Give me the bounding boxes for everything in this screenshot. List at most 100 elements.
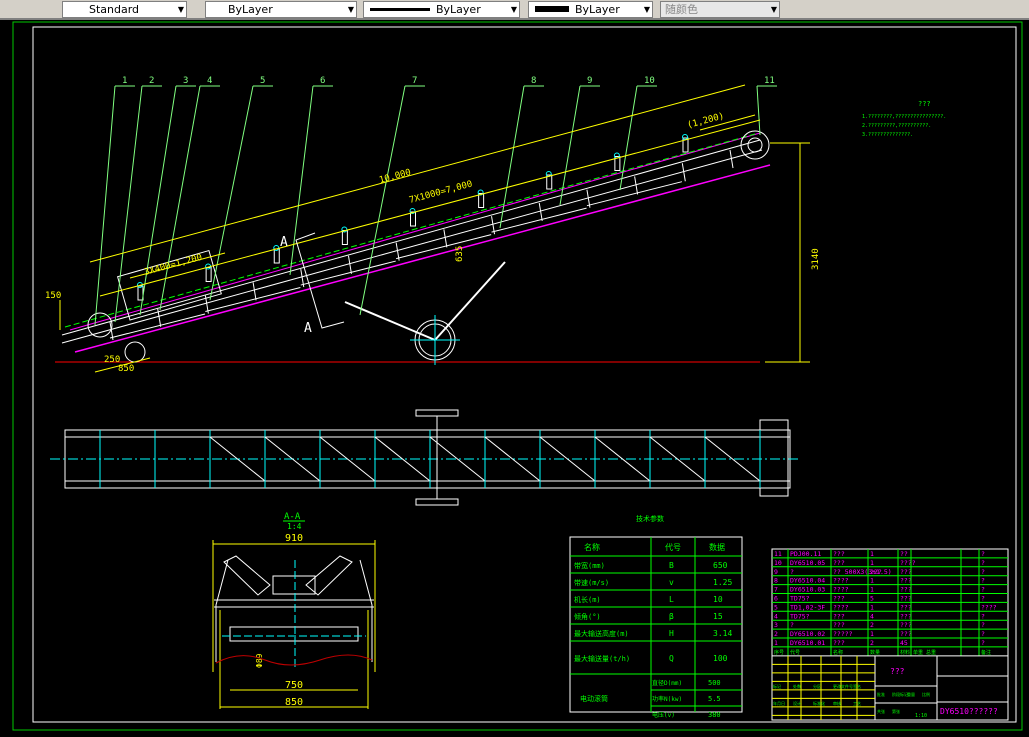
title-block-label: 重量 [907,691,915,697]
parts-cell: 5 [774,603,778,611]
parts-cell: ???? [900,559,916,567]
idler [205,267,212,282]
parts-header: 名称 [833,649,843,656]
drawing-canvas[interactable]: 1 2 3 4 5 6 7 8 9 10 11 10,000 7X1000=7,000 3X400=… [0,20,1029,737]
title-block-label: 设计 [793,700,801,706]
params-cell: 100 [713,654,728,663]
truss-members [109,149,734,341]
parts-cell: 4 [870,612,874,620]
params-cell: B [669,561,674,570]
dim-height: 3140 [811,248,821,270]
parts-header: 材料 [900,649,910,656]
dim-roller-dia: Φ89 [255,653,264,668]
params-cell: 15 [713,612,723,621]
lineweight-swatch [535,6,569,12]
dim-feed-span: 3X400=1,200 [143,253,203,278]
balloon-label: 5 [260,76,265,86]
drawing-number: DY6510?????? [940,707,998,716]
dim-idler-span: 7X1000=7,000 [408,179,473,205]
title-block-label: 处数 [793,683,801,689]
lineweight-dropdown[interactable]: ByLayer ▼ [528,1,653,18]
plot-style-value: 随颜色 [665,3,698,16]
linetype-swatch [370,8,430,11]
layer-color-dropdown[interactable]: ByLayer ▼ [205,1,357,18]
balloon-label: 1 [122,76,127,86]
params-cell: 倾角(°) [574,612,601,621]
params-title: 技术参数 [636,514,664,523]
balloon-label: 6 [320,76,325,86]
note-line: 2.?????????,??????????. [862,123,931,129]
linetype-dropdown[interactable]: ByLayer ▼ [363,1,520,18]
tail-pulley [87,312,113,338]
notes-title: ??? [918,100,931,108]
parts-cell: DY6510.05 [790,559,825,567]
parts-cell: ? [981,550,985,558]
motor-cell: 500 [708,679,721,687]
dim-150: 150 [45,291,61,301]
params-cell: v [669,578,674,587]
section-mark-top: A [280,235,288,250]
parts-cell: ??? [833,550,845,558]
parts-header: 单重 总重 [913,649,936,656]
parts-cell: TD75? [790,595,810,603]
parts-cell: ??? [900,612,912,620]
parts-cell: ???? [833,586,849,594]
truss-post [252,282,257,301]
balloon-leader [94,85,116,326]
plan-brace [704,436,761,482]
parts-cell: ??? [900,603,912,611]
balloon-leader [289,85,314,276]
title-block-label: 阶段标记 [892,691,908,697]
title-block-label: 第张 [892,708,900,714]
parts-cell: ? [981,612,985,620]
layer-value: ByLayer [228,3,273,16]
balloon-label: 3 [183,76,188,86]
parts-cell: ??? [833,559,845,567]
balloon-label: 2 [149,76,154,86]
note-line: 1.????????,????????????????. [862,114,946,120]
title-block-label: 标记 [773,683,781,689]
head-pulley-hub [747,137,763,153]
params-cell: 10 [713,595,723,604]
text-style-value: Standard [89,3,140,16]
params-cell: 带速(m/s) [574,579,609,587]
technical-notes: ??? 1.????????,????????????????. 2.?????… [862,100,946,138]
parts-cell: 1 [870,559,874,567]
balloon-leader [359,85,406,316]
balloon-leader [756,85,761,136]
carry-belt [69,132,761,331]
note-line: 3.??????????????. [862,132,913,138]
parts-cell: ? [981,595,985,603]
balloon-label: 11 [764,76,775,86]
truss-post [347,255,352,274]
top-chord [61,139,761,336]
balloon-leader [209,85,254,301]
idler [410,211,416,227]
plan-view [50,409,800,506]
balloon-label: 9 [587,76,592,86]
parts-cell: ??? [833,639,845,647]
params-header: 名称 [584,542,600,552]
params-header: 数据 [709,542,725,552]
params-cell: 最大输送量(t/h) [574,654,630,663]
chevron-down-icon: ▼ [347,5,354,14]
parts-cell: 2 [870,621,874,629]
lineweight-value: ByLayer [575,3,620,16]
dim-850-section: 850 [285,697,303,708]
truss-post [538,202,543,222]
plot-style-dropdown[interactable]: 随颜色 ▼ [660,1,780,18]
text-style-dropdown[interactable]: Standard ▼ [62,1,187,18]
title-block-label: 标准化 [813,700,825,706]
parts-cell: ? [790,568,794,576]
head-pulley [740,130,770,160]
drawing-name: ??? [890,667,905,676]
idler [478,193,485,208]
parts-cell: DY6510.03 [790,586,825,594]
parts-cell: 2 [774,630,778,638]
parts-cell: PDJ00.11 [790,550,821,558]
balloon-label: 8 [531,76,536,86]
motor-label: 电动滚筒 [580,694,608,703]
params-cell: 1.25 [713,578,732,587]
parts-cell: ? [981,586,985,594]
parameters-table: 名称 代号 数据带宽(mm) B 650 带速(m/s) v 1.25 机长(m) L 10 倾角(°… [569,536,743,719]
